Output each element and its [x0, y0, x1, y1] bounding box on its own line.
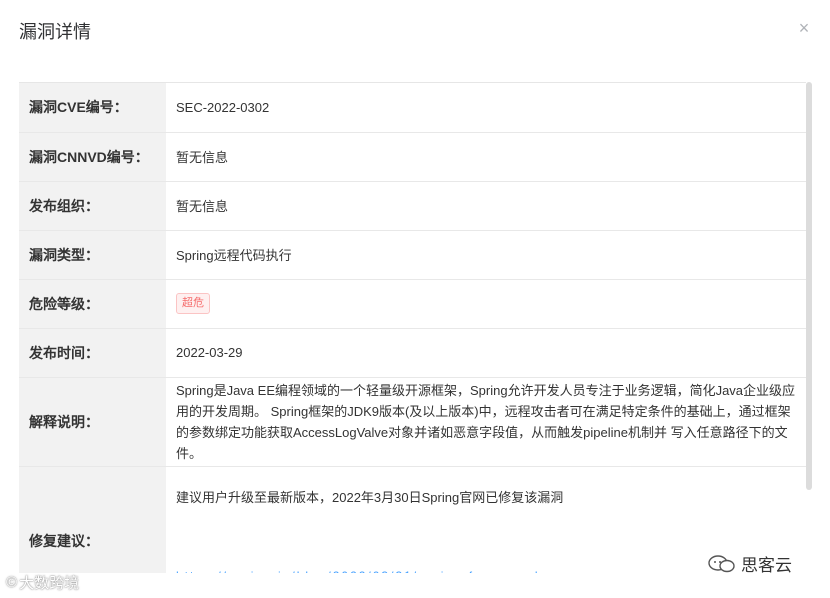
watermark-logo-icon: © [6, 574, 18, 591]
type-label: 漏洞类型： [19, 230, 166, 280]
dialog-title: 漏洞详情 [19, 22, 91, 42]
wechat-icon [708, 554, 735, 572]
table-row: 漏洞类型： Spring远程代码执行 [19, 230, 806, 280]
desc-label: 解释说明： [19, 377, 166, 467]
table-row: 解释说明： Spring是Java EE编程领域的一个轻量级开源框架，Sprin… [19, 377, 806, 467]
org-value: 暂无信息 [166, 181, 806, 231]
severity-badge: 超危 [176, 293, 210, 314]
date-value: 2022-03-29 [166, 328, 806, 378]
type-value: Spring远程代码执行 [166, 230, 806, 280]
level-cell: 超危 [166, 279, 806, 329]
level-label: 危险等级： [19, 279, 166, 329]
fix-value: 建议用户升级至最新版本，2022年3月30日Spring官网已修复该漏洞 [176, 489, 564, 505]
fix-label: 修复建议： [19, 466, 166, 573]
org-label: 发布组织： [19, 181, 166, 231]
table-row: 漏洞CVE编号： SEC-2022-0302 [19, 83, 806, 133]
cve-value: SEC-2022-0302 [166, 83, 806, 133]
watermark-left-text: 大数跨境 [19, 575, 80, 592]
desc-value: Spring是Java EE编程领域的一个轻量级开源框架，Spring允许开发人… [166, 377, 806, 467]
cnnvd-value: 暂无信息 [166, 132, 806, 182]
watermark-left: © 大数跨境 [6, 572, 79, 593]
watermark-right: 思客云 [707, 551, 792, 576]
detail-table: 漏洞CVE编号： SEC-2022-0302 漏洞CNNVD编号： 暂无信息 发… [19, 82, 806, 573]
reference-link[interactable]: https://spring.io/blog/2022/03/31/spring… [176, 570, 796, 574]
close-icon[interactable]: × [796, 19, 812, 37]
watermark-right-text: 思客云 [741, 556, 792, 575]
table-row: 漏洞CNNVD编号： 暂无信息 [19, 132, 806, 182]
cnnvd-label: 漏洞CNNVD编号： [19, 132, 166, 182]
cve-label: 漏洞CVE编号： [19, 83, 166, 133]
table-row: 发布组织： 暂无信息 [19, 181, 806, 231]
date-label: 发布时间： [19, 328, 166, 378]
table-row: 危险等级： 超危 [19, 279, 806, 329]
table-row: 发布时间： 2022-03-29 [19, 328, 806, 378]
table-row: 修复建议： 建议用户升级至最新版本，2022年3月30日Spring官网已修复该… [19, 466, 806, 573]
vulnerability-detail-dialog: 漏洞详情 × 漏洞CVE编号： SEC-2022-0302 漏洞CNNVD编号：… [0, 0, 830, 598]
scrollbar[interactable] [806, 82, 812, 490]
